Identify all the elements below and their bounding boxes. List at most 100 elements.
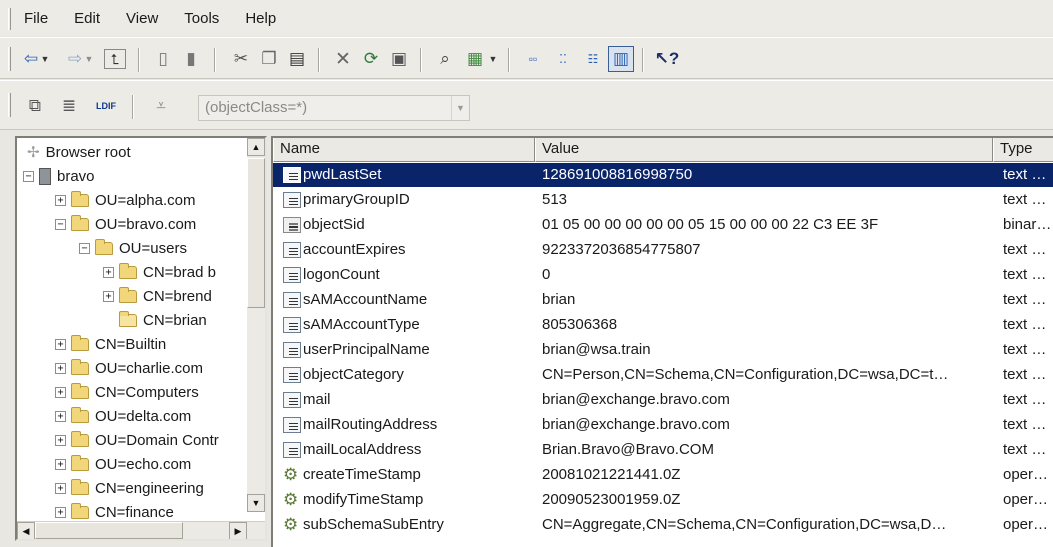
toolbar-separator: [132, 95, 134, 119]
attribute-row[interactable]: ⚙ createTimeStamp 20081021221441.0Z oper…: [273, 463, 1053, 488]
attribute-row[interactable]: mailLocalAddress Brian.Bravo@Bravo.COM tex…: [273, 438, 1053, 463]
view-icon[interactable]: ▦: [462, 46, 488, 72]
column-header-name[interactable]: Name: [273, 138, 535, 162]
attribute-row[interactable]: objectCategory CN=Person,CN=Schema,CN=Con…: [273, 363, 1053, 388]
directory-tree[interactable]: ✢ Browser root − bravo + OU=alpha.com − OU=brav…: [15, 136, 267, 541]
expand-icon[interactable]: +: [103, 266, 114, 278]
view-dropdown-icon[interactable]: ▼: [486, 46, 500, 72]
forward-dropdown-icon[interactable]: ▼: [82, 46, 96, 72]
large-icons-icon[interactable]: ▫▫: [520, 46, 546, 72]
column-header-type[interactable]: Type: [993, 138, 1053, 162]
tree-item[interactable]: + CN=Computers: [55, 380, 199, 404]
tree-item[interactable]: − bravo: [23, 164, 95, 188]
small-icons-icon[interactable]: ⁚⁚: [550, 46, 576, 72]
attribute-row[interactable]: mail brian@exchange.bravo.com text …: [273, 388, 1053, 413]
scroll-thumb[interactable]: [35, 522, 183, 539]
attribute-row[interactable]: mailRoutingAddress brian@exchange.bravo.c…: [273, 413, 1053, 438]
tree-item[interactable]: + OU=echo.com: [55, 452, 191, 476]
text-attribute-icon: [283, 267, 301, 283]
ldif-icon[interactable]: LDIF: [90, 93, 122, 119]
tree-item[interactable]: + OU=delta.com: [55, 404, 191, 428]
expand-icon[interactable]: +: [55, 386, 66, 398]
attribute-type: text …: [1003, 341, 1047, 358]
copy-icon[interactable]: ❐: [256, 46, 282, 72]
attribute-row[interactable]: pwdLastSet 128691008816998750 text …: [273, 163, 1053, 188]
menu-edit[interactable]: Edit: [72, 8, 102, 29]
attribute-row[interactable]: ⚙ modifyTimeStamp 20090523001959.0Z oper…: [273, 488, 1053, 513]
attribute-row[interactable]: ⚙ subSchemaSubEntry CN=Aggregate,CN=Schema…: [273, 513, 1053, 538]
collapse-icon[interactable]: −: [55, 218, 66, 230]
attribute-row[interactable]: logonCount 0 text …: [273, 263, 1053, 288]
expand-icon[interactable]: +: [55, 410, 66, 422]
attribute-row[interactable]: objectSid 01 05 00 00 00 00 00 05 15 00 0…: [273, 213, 1053, 238]
refresh-icon[interactable]: ⟳: [358, 46, 384, 72]
tree-item[interactable]: ✢ Browser root: [27, 140, 131, 164]
main-toolbar: ⇦ ▼ ⇨ ▼ ⮤ ▯ ▮ ✂ ❐ ▤ ✕ ⟳ ▣ ⌕ ▦ ▼ ▫▫ ⁚⁚ ☷ …: [0, 37, 1053, 79]
attribute-row[interactable]: userPrincipalName brian@wsa.train text …: [273, 338, 1053, 363]
expand-icon[interactable]: +: [55, 482, 66, 494]
back-dropdown-icon[interactable]: ▼: [38, 46, 52, 72]
attribute-list[interactable]: Name Value Type pwdLastSet 12869100881699…: [271, 136, 1053, 547]
scroll-down-button[interactable]: ▼: [247, 494, 265, 512]
tree-item[interactable]: CN=brian: [103, 308, 207, 332]
search-icon[interactable]: ≣: [56, 93, 82, 119]
up-level-icon[interactable]: ⮤: [104, 49, 126, 69]
tree-item[interactable]: − OU=users: [79, 236, 187, 260]
tree-vertical-scrollbar[interactable]: ▲ ▼: [247, 138, 265, 512]
expand-icon[interactable]: +: [55, 338, 66, 350]
list-view-icon[interactable]: ☷: [580, 46, 606, 72]
scroll-thumb[interactable]: [247, 158, 265, 308]
connect-icon[interactable]: ▯: [150, 46, 176, 72]
expand-icon[interactable]: +: [55, 194, 66, 206]
expand-icon[interactable]: +: [55, 362, 66, 374]
expand-icon[interactable]: +: [55, 434, 66, 446]
disconnect-icon[interactable]: ▮: [178, 46, 204, 72]
toolbar-grip[interactable]: [8, 93, 11, 117]
attribute-type: text …: [1003, 166, 1047, 183]
tree-horizontal-scrollbar[interactable]: ◀ ▶: [17, 521, 265, 539]
tree-item[interactable]: + CN=brad b: [103, 260, 216, 284]
expand-icon[interactable]: +: [55, 506, 66, 518]
tree-item[interactable]: + OU=charlie.com: [55, 356, 203, 380]
menu-view[interactable]: View: [124, 8, 160, 29]
tree-item-label: OU=charlie.com: [95, 359, 203, 377]
details-view-icon[interactable]: ▥: [608, 46, 634, 72]
tree-item[interactable]: + OU=alpha.com: [55, 188, 195, 212]
collapse-icon[interactable]: −: [23, 170, 34, 182]
cut-icon[interactable]: ✂: [228, 46, 254, 72]
tree-item[interactable]: − OU=bravo.com: [55, 212, 196, 236]
paste-icon[interactable]: ▤: [284, 46, 310, 72]
attribute-row[interactable]: primaryGroupID 513 text …: [273, 188, 1053, 213]
toolbar-grip[interactable]: [8, 47, 11, 71]
scroll-up-button[interactable]: ▲: [247, 138, 265, 156]
server-icon: [39, 167, 51, 185]
collapse-icon[interactable]: −: [79, 242, 90, 254]
attribute-value: 805306368: [542, 316, 618, 333]
help-icon[interactable]: ↖?: [654, 46, 680, 72]
menu-file[interactable]: File: [22, 8, 50, 29]
filter-icon[interactable]: ⩡: [148, 93, 174, 119]
attribute-row[interactable]: sAMAccountName brian text …: [273, 288, 1053, 313]
tree-item[interactable]: + CN=engineering: [55, 476, 204, 500]
column-header-value[interactable]: Value: [535, 138, 993, 162]
properties-icon[interactable]: ▣: [386, 46, 412, 72]
scroll-left-button[interactable]: ◀: [17, 522, 35, 539]
new-entry-icon[interactable]: ⧉: [22, 93, 48, 119]
folder-icon: [71, 406, 89, 423]
menu-grip[interactable]: [8, 8, 11, 30]
find-icon[interactable]: ⌕: [432, 46, 458, 72]
expand-icon[interactable]: +: [55, 458, 66, 470]
tree-item[interactable]: + OU=Domain Contr: [55, 428, 219, 452]
filter-input[interactable]: (objectClass=*) ▼: [198, 95, 470, 121]
tree-item[interactable]: + CN=Builtin: [55, 332, 166, 356]
tree-item-label: OU=Domain Contr: [95, 431, 219, 449]
scroll-right-button[interactable]: ▶: [229, 522, 247, 539]
expand-icon[interactable]: +: [103, 290, 114, 302]
attribute-row[interactable]: accountExpires 9223372036854775807 text …: [273, 238, 1053, 263]
tree-item[interactable]: + CN=brend: [103, 284, 212, 308]
menu-tools[interactable]: Tools: [182, 8, 221, 29]
delete-icon[interactable]: ✕: [330, 46, 356, 72]
attribute-row[interactable]: sAMAccountType 805306368 text …: [273, 313, 1053, 338]
menu-help[interactable]: Help: [243, 8, 278, 29]
chevron-down-icon[interactable]: ▼: [451, 96, 469, 120]
